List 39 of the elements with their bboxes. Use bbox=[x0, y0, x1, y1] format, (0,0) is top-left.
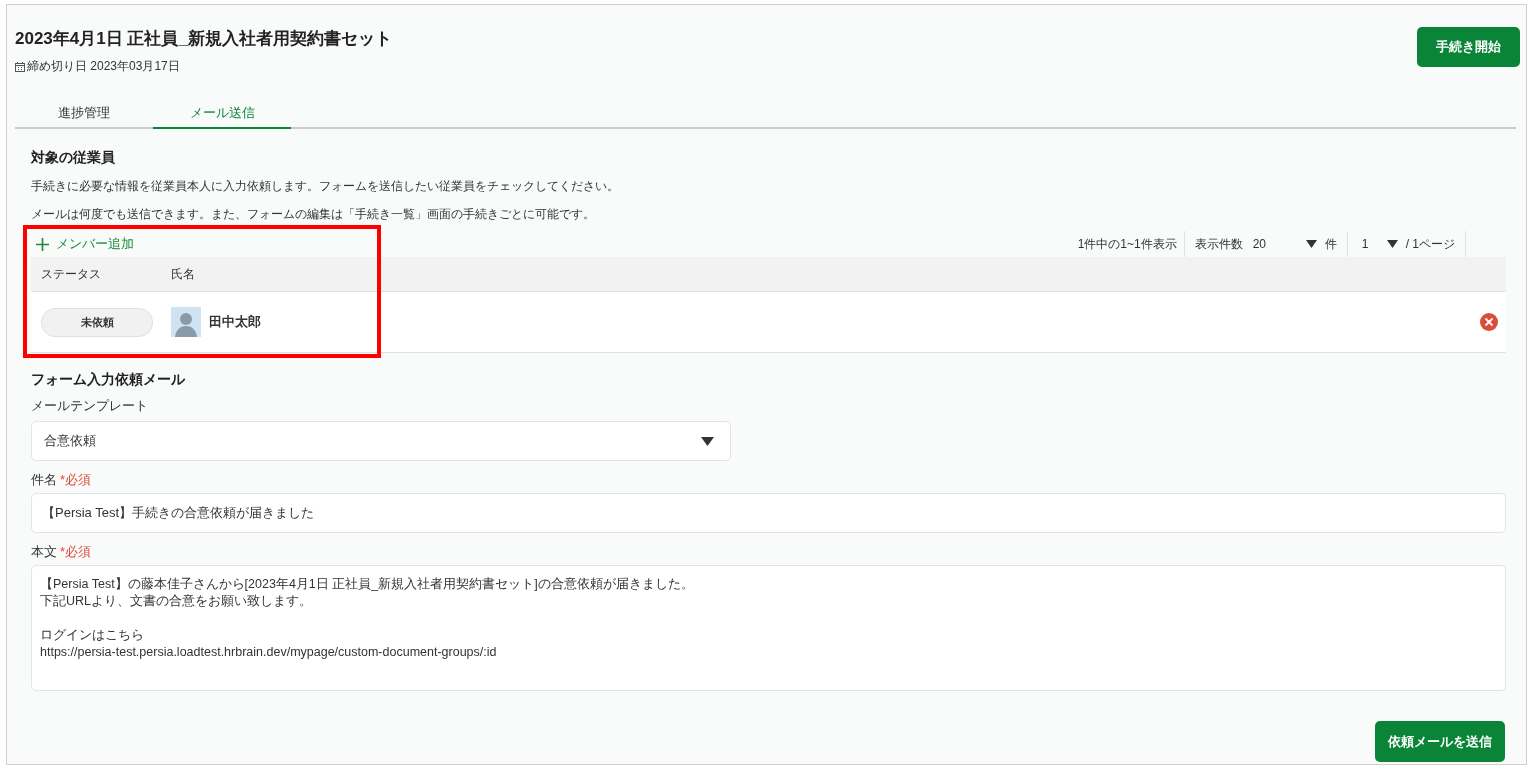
dropdown-triangle-icon bbox=[1305, 240, 1317, 248]
subject-input[interactable]: 【Persia Test】手続きの合意依頼が届きました bbox=[31, 493, 1506, 533]
section-title: 対象の従業員 bbox=[31, 149, 116, 167]
column-header: 氏名 bbox=[171, 265, 195, 283]
remove-icon[interactable] bbox=[1480, 313, 1498, 331]
dropdown-triangle-icon bbox=[1386, 240, 1398, 248]
field-label: 件名 bbox=[31, 471, 57, 489]
avatar-icon bbox=[171, 307, 201, 337]
page-select[interactable]: 1 bbox=[1357, 237, 1400, 251]
section-title: フォーム入力依頼メール bbox=[31, 371, 186, 389]
calendar-icon bbox=[15, 61, 25, 72]
send-mail-button[interactable]: 依頼メールを送信 bbox=[1375, 721, 1505, 762]
per-page-select[interactable]: 20 bbox=[1248, 237, 1319, 251]
dropdown-triangle-icon bbox=[701, 436, 714, 446]
employee-name: 田中太郎 bbox=[209, 313, 261, 331]
field-label: 本文 bbox=[31, 543, 57, 561]
start-procedure-button[interactable]: 手続き開始 bbox=[1417, 27, 1520, 67]
plus-icon bbox=[36, 237, 49, 251]
description-text: 手続きに必要な情報を従業員本人に入力依頼します。フォームを送信したい従業員をチェックしてください。 bbox=[31, 178, 620, 195]
required-mark: *必須 bbox=[60, 543, 92, 561]
add-member-link[interactable]: メンバー追加 bbox=[31, 235, 134, 257]
page-title: 2023年4月1日 正社員_新規入社者用契約書セット bbox=[15, 28, 392, 50]
body-text-line: 【Persia Test】の藤本佳子さんから[2023年4月1日 正社員_新規入社者用契約書セット]の合意依頼が届きました。 bbox=[40, 576, 694, 593]
body-text-line: https://persia-test.persia.loadtest.hrbrain.dev/mypage/custom-document-groups/:id bbox=[40, 644, 497, 661]
body-text-line: 下記URLより、文書の合意をお願い致します。 bbox=[40, 593, 312, 610]
tab[interactable]: 進捗管理 bbox=[15, 99, 153, 129]
description-text: メールは何度でも送信できます。また、フォームの編集は「手続き一覧」画面の手続きごとに可能です。 bbox=[31, 206, 596, 223]
field-label: メールテンプレート bbox=[31, 397, 149, 415]
tab[interactable]: メール送信 bbox=[153, 99, 291, 129]
column-header: ステータス bbox=[40, 265, 102, 283]
template-select[interactable]: 合意依頼 bbox=[31, 421, 731, 461]
deadline-text: 締め切り日 2023年03月17日 bbox=[27, 58, 180, 75]
body-text-line: ログインはこちら bbox=[40, 627, 144, 644]
page-total: / 1ページ bbox=[1405, 235, 1455, 253]
per-page-label: 表示件数 bbox=[1194, 235, 1243, 253]
status-badge: 未依頼 bbox=[41, 307, 153, 337]
required-mark: *必須 bbox=[60, 471, 92, 489]
body-textarea[interactable]: 【Persia Test】の藤本佳子さんから[2023年4月1日 正社員_新規入社者用契約書セット]の合意依頼が届きました。 下記URLより、文書の合意をお願い致します。 ログインはこちら https://persia-test.persia.loadtest.hrbrain.dev/mypage/custom-document-groups/:id bbox=[31, 565, 1506, 691]
per-page-unit: 件 bbox=[1324, 235, 1337, 253]
